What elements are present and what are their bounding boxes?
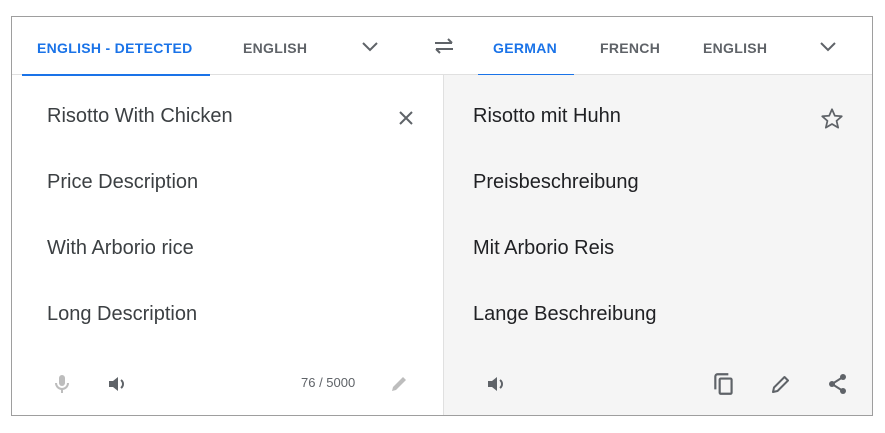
pencil-icon[interactable] — [769, 372, 793, 396]
star-outline-icon[interactable] — [819, 106, 845, 132]
source-text-panel[interactable]: Risotto With Chicken Price Description W… — [12, 75, 444, 415]
source-line[interactable]: Risotto With Chicken — [47, 105, 233, 128]
chevron-down-icon[interactable] — [816, 34, 840, 58]
chevron-down-icon[interactable] — [358, 34, 382, 58]
tab-source-english[interactable]: ENGLISH — [243, 17, 307, 75]
swap-languages-icon[interactable] — [431, 34, 457, 58]
tab-target-french[interactable]: FRENCH — [600, 17, 660, 75]
tab-target-german[interactable]: GERMAN — [477, 17, 575, 76]
speaker-icon[interactable] — [484, 372, 508, 396]
tab-source-english-detected[interactable]: ENGLISH - DETECTED — [22, 17, 210, 76]
share-icon[interactable] — [826, 372, 850, 396]
source-line[interactable]: Price Description — [47, 171, 198, 194]
language-tab-bar: ENGLISH - DETECTED ENGLISH GERMAN FRENCH… — [12, 17, 872, 76]
translate-widget: ENGLISH - DETECTED ENGLISH GERMAN FRENCH… — [11, 16, 873, 416]
copy-icon[interactable] — [711, 371, 737, 397]
pencil-icon[interactable] — [388, 373, 410, 395]
tab-target-english[interactable]: ENGLISH — [703, 17, 767, 75]
microphone-icon[interactable] — [50, 372, 74, 396]
speaker-icon[interactable] — [105, 372, 129, 396]
translation-line: Mit Arborio Reis — [473, 237, 615, 259]
source-line[interactable]: Long Description — [47, 303, 197, 326]
source-line[interactable]: With Arborio rice — [47, 237, 194, 260]
translation-line: Risotto mit Huhn — [473, 105, 621, 127]
translation-panel: Risotto mit Huhn Preisbeschreibung Mit A… — [444, 75, 872, 415]
translation-line: Lange Beschreibung — [473, 303, 657, 325]
character-counter: 76 / 5000 — [301, 375, 356, 390]
close-icon[interactable] — [394, 106, 418, 130]
translation-line: Preisbeschreibung — [473, 171, 639, 193]
